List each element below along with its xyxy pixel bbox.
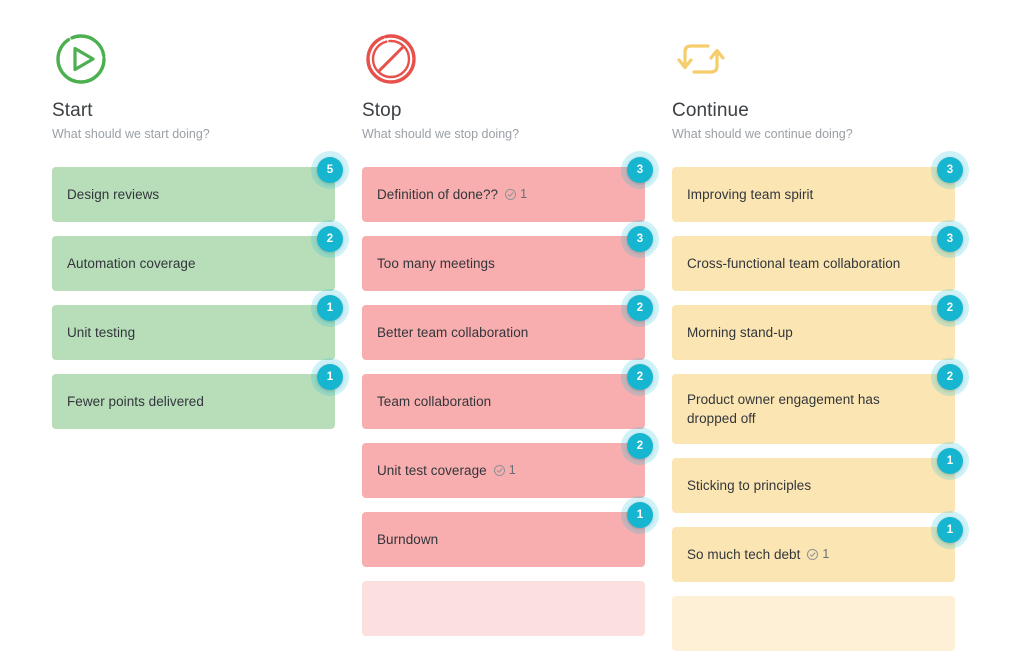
vote-count-badge[interactable]: 3 xyxy=(627,157,653,183)
retro-card-text: Fewer points delivered xyxy=(67,394,204,409)
retro-card[interactable]: Cross-functional team collaboration 3 xyxy=(672,226,963,291)
retro-card[interactable]: Sticking to principles 1 xyxy=(672,448,963,513)
column-subtitle: What should we start doing? xyxy=(52,127,210,141)
action-count: 1 xyxy=(493,461,516,480)
retro-card[interactable]: Fewer points delivered 1 xyxy=(52,364,343,429)
retro-card-text: Unit test coverage 1 xyxy=(377,461,516,481)
retro-card[interactable]: Morning stand-up 2 xyxy=(672,295,963,360)
action-count-value: 1 xyxy=(520,187,528,202)
column-title: Stop xyxy=(362,100,402,121)
card-list-continue: Improving team spirit 3 Cross-functional t… xyxy=(672,157,963,665)
vote-count-badge[interactable]: 2 xyxy=(317,226,343,252)
action-count-value: 1 xyxy=(508,463,516,478)
check-circle-icon xyxy=(504,188,517,201)
retro-card[interactable]: Better team collaboration 2 xyxy=(362,295,653,360)
retro-card[interactable]: Too many meetings 3 xyxy=(362,226,653,291)
retro-card-text: Too many meetings xyxy=(377,256,495,271)
retro-card-text: Team collaboration xyxy=(377,394,492,409)
action-count-value: 1 xyxy=(822,547,830,562)
column-title: Continue xyxy=(672,100,749,121)
vote-count-badge[interactable]: 1 xyxy=(937,517,963,543)
vote-count-badge[interactable]: 1 xyxy=(937,448,963,474)
retro-card-text: So much tech debt 1 xyxy=(687,545,829,565)
column-start: Start What should we start doing? Design… xyxy=(52,0,343,540)
recycle-arrows-icon xyxy=(672,30,730,88)
retro-card[interactable]: Automation coverage 2 xyxy=(52,226,343,291)
column-stop: Stop What should we stop doing? Definiti… xyxy=(362,0,653,636)
vote-count-badge[interactable]: 2 xyxy=(937,364,963,390)
retro-card[interactable] xyxy=(672,596,955,651)
column-subtitle: What should we continue doing? xyxy=(672,127,853,141)
retro-card[interactable]: Team collaboration 2 xyxy=(362,364,653,429)
retro-card-text: Automation coverage xyxy=(67,256,196,271)
retro-card[interactable]: Unit test coverage 1 2 xyxy=(362,433,653,498)
check-circle-icon xyxy=(806,548,819,561)
retrospective-board: Start What should we start doing? Design… xyxy=(0,0,1024,651)
retro-card[interactable]: Definition of done?? 1 3 xyxy=(362,157,653,222)
retro-card[interactable]: Design reviews 5 xyxy=(52,157,343,222)
vote-count-badge[interactable]: 5 xyxy=(317,157,343,183)
column-title: Start xyxy=(52,100,93,121)
vote-count-badge[interactable]: 2 xyxy=(627,364,653,390)
retro-card-text: Product owner engagement has dropped off xyxy=(687,392,880,426)
vote-count-badge[interactable]: 3 xyxy=(937,226,963,252)
vote-count-badge[interactable]: 2 xyxy=(937,295,963,321)
retro-card-text: Definition of done?? 1 xyxy=(377,185,527,205)
retro-card-text: Sticking to principles xyxy=(687,478,812,493)
vote-count-badge[interactable]: 3 xyxy=(937,157,963,183)
vote-count-badge[interactable]: 3 xyxy=(627,226,653,252)
retro-card[interactable]: Product owner engagement has dropped off… xyxy=(672,364,963,444)
action-count: 1 xyxy=(806,545,829,564)
retro-card[interactable] xyxy=(362,581,645,636)
vote-count-badge[interactable]: 1 xyxy=(317,295,343,321)
retro-card-text: Cross-functional team collaboration xyxy=(687,256,901,271)
vote-count-badge[interactable]: 1 xyxy=(317,364,343,390)
no-entry-icon xyxy=(362,30,420,88)
card-list-start: Design reviews 5 Automation coverage 2 Unit … xyxy=(52,157,343,443)
retro-card[interactable]: So much tech debt 1 1 xyxy=(672,517,963,582)
retro-card-text: Unit testing xyxy=(67,325,136,340)
vote-count-badge[interactable]: 1 xyxy=(627,502,653,528)
vote-count-badge[interactable]: 2 xyxy=(627,433,653,459)
retro-card[interactable]: Unit testing 1 xyxy=(52,295,343,360)
vote-count-badge[interactable]: 2 xyxy=(627,295,653,321)
play-circle-icon xyxy=(52,30,110,88)
retro-card-text: Design reviews xyxy=(67,187,160,202)
column-continue: Continue What should we continue doing? … xyxy=(672,0,963,651)
check-circle-icon xyxy=(493,464,506,477)
retro-card-text: Improving team spirit xyxy=(687,187,814,202)
card-list-stop: Definition of done?? 1 3 Too many meetings 3… xyxy=(362,157,653,650)
retro-card-text: Better team collaboration xyxy=(377,325,529,340)
retro-card-text: Morning stand-up xyxy=(687,325,793,340)
column-subtitle: What should we stop doing? xyxy=(362,127,520,141)
retro-card[interactable]: Improving team spirit 3 xyxy=(672,157,963,222)
action-count: 1 xyxy=(504,185,527,204)
